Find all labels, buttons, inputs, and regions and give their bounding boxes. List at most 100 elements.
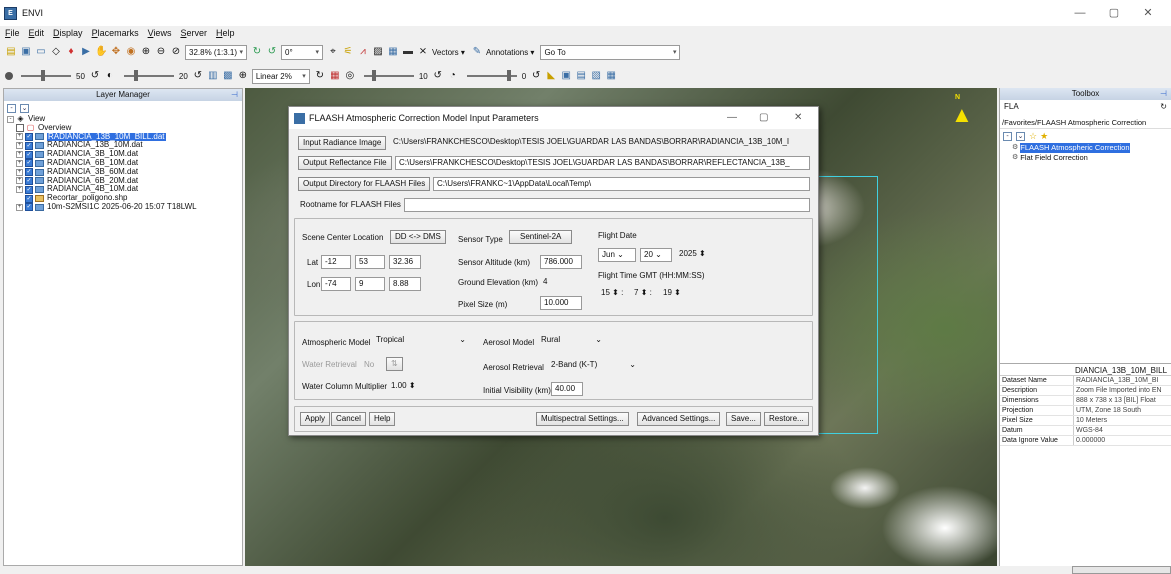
spectral-icon[interactable]: ⩘ <box>357 46 369 58</box>
menu-edit[interactable]: Edit <box>29 28 45 38</box>
aerosol-retrieval-select[interactable]: 2-Band (K-T) ⌄ <box>548 359 638 373</box>
reset-transparency-icon[interactable]: ↺ <box>530 70 542 82</box>
zoom-out-icon[interactable]: ⊖ <box>155 46 167 58</box>
histogram-icon[interactable]: ▥ <box>207 70 219 82</box>
annotations-menu[interactable]: ✎ Annotations ▾ <box>471 46 535 58</box>
atmospheric-model-select[interactable]: Tropical ⌄ <box>373 334 468 348</box>
day-select[interactable]: 20 ⌄ <box>640 248 672 262</box>
expand-all-icon[interactable]: ⌄ <box>20 103 29 113</box>
expand-all-icon[interactable]: ⌄ <box>1016 131 1025 141</box>
sharpen-slider[interactable] <box>363 70 414 81</box>
checkbox[interactable]: ✓ <box>25 203 33 212</box>
pin-icon[interactable]: ⊣ <box>1160 88 1167 100</box>
output-directory-field[interactable]: C:\Users\FRANKC~1\AppData\Local\Temp\ <box>433 177 810 191</box>
minimize-button[interactable]: — <box>727 107 737 129</box>
maximize-button[interactable]: ▢ <box>1097 0 1131 26</box>
help-button[interactable]: Help <box>369 412 396 426</box>
output-reflectance-button[interactable]: Output Reflectance File <box>298 156 392 170</box>
dd-dms-toggle-button[interactable]: DD <-> DMS <box>390 230 446 244</box>
checkbox[interactable]: ✓ <box>25 141 33 150</box>
save-button[interactable]: Save... <box>726 412 761 426</box>
zoom-combo[interactable]: 32.8% (1:3.1) ▾ <box>185 44 247 60</box>
water-retrieval-toggle-icon[interactable]: ⇅ <box>386 357 403 371</box>
reset-sharpen-icon[interactable]: ↺ <box>432 70 444 82</box>
lon-sec-field[interactable]: 8.88 <box>389 277 421 291</box>
open-icon[interactable]: ▤ <box>5 46 17 58</box>
lat-min-field[interactable]: 53 <box>355 255 385 269</box>
reset-contrast-icon[interactable]: ↺ <box>192 70 204 82</box>
tool-flat-field[interactable]: ⚙ Flat Field Correction <box>1000 153 1171 163</box>
zoom-fixed-icon[interactable]: ⊘ <box>170 46 182 58</box>
checkbox[interactable]: ✓ <box>25 150 33 159</box>
brightness-slider[interactable] <box>21 70 71 81</box>
transparency-value[interactable]: 0 <box>522 72 526 81</box>
chart-icon[interactable]: ◣ <box>545 70 557 82</box>
collapse-all-icon[interactable]: - <box>7 103 16 113</box>
close-button[interactable]: ✕ <box>1131 0 1165 26</box>
pixel-size-field[interactable]: 10.000 <box>540 296 582 310</box>
aerosol-model-select[interactable]: Rural ⌄ <box>538 334 604 348</box>
view-icon[interactable]: ▬ <box>402 46 414 58</box>
toolbox-search[interactable]: FLA ↻ <box>1002 102 1169 114</box>
minimize-button[interactable]: — <box>1063 0 1097 26</box>
pan-icon[interactable]: ✋ <box>95 46 107 58</box>
pin-icon[interactable]: ⊣ <box>231 89 238 101</box>
table-icon[interactable]: ▤ <box>575 70 587 82</box>
contrast-value[interactable]: 20 <box>179 72 188 81</box>
transparency-slider[interactable] <box>466 70 517 81</box>
collapse-all-icon[interactable]: - <box>1003 131 1012 141</box>
reset-icon[interactable]: ↺ <box>89 70 101 82</box>
checkbox[interactable]: ✓ <box>25 194 33 203</box>
cursor-icon[interactable]: ◇ <box>50 46 62 58</box>
menu-display[interactable]: Display <box>53 28 83 38</box>
month-select[interactable]: Jun ⌄ <box>598 248 636 262</box>
refresh-icon[interactable]: ↻ <box>314 70 326 82</box>
contrast-slider[interactable] <box>123 70 174 81</box>
chip-icon[interactable]: ▨ <box>372 46 384 58</box>
maximize-button[interactable]: ▢ <box>759 107 768 129</box>
sensor-type-button[interactable]: Sentinel-2A <box>509 230 573 244</box>
globe-icon[interactable]: ◉ <box>125 46 137 58</box>
favorites-icon[interactable]: ☆ <box>1029 131 1037 142</box>
tool-flaash[interactable]: ⚙ FLAASH Atmospheric Correction <box>1000 143 1171 153</box>
brightness-value[interactable]: 50 <box>76 72 85 81</box>
menu-help[interactable]: Help <box>216 28 235 38</box>
grid-icon[interactable]: ▣ <box>560 70 572 82</box>
rotate-ccw-icon[interactable]: ↺ <box>266 46 278 58</box>
minute-spinner[interactable]: 7 ⬍ : <box>634 288 652 297</box>
visibility-field[interactable]: 40.00 <box>551 382 583 396</box>
cancel-button[interactable]: Cancel <box>331 412 366 426</box>
rootname-field[interactable] <box>404 198 810 212</box>
stretch-icon[interactable]: ▩ <box>222 70 234 82</box>
lat-deg-field[interactable]: -12 <box>321 255 351 269</box>
ground-elevation-field[interactable]: 4 <box>540 276 582 290</box>
pin-icon[interactable]: ♦ <box>65 46 77 58</box>
apply-button[interactable]: Apply <box>300 412 331 426</box>
hour-spinner[interactable]: 15 ⬍ : <box>601 288 623 297</box>
fly-icon[interactable]: ✥ <box>110 46 122 58</box>
horizontal-scrollbar[interactable] <box>1072 566 1171 574</box>
menu-views[interactable]: Views <box>148 28 172 38</box>
checkbox[interactable]: ✓ <box>25 168 33 177</box>
menu-server[interactable]: Server <box>180 28 207 38</box>
stretch-combo[interactable]: Linear 2% ▾ <box>251 68 310 84</box>
lon-deg-field[interactable]: -74 <box>321 277 351 291</box>
checkbox[interactable]: ✓ <box>25 159 33 168</box>
lat-sec-field[interactable]: 32.36 <box>389 255 421 269</box>
year-spinner[interactable]: 2025 ⬍ <box>676 248 714 262</box>
goto-combo[interactable]: Go To ▾ <box>540 44 681 60</box>
checkbox[interactable]: ✓ <box>25 176 33 185</box>
advanced-settings-button[interactable]: Advanced Settings... <box>637 412 721 426</box>
list-item[interactable]: + ✓ 10m-S2MSI1C 2025-06-20 15:07 T18LWL <box>7 202 242 212</box>
checkbox[interactable]: ✓ <box>25 185 33 194</box>
rotate-icon[interactable]: ↻ <box>251 46 263 58</box>
select-icon[interactable]: ▶ <box>80 46 92 58</box>
vectors-menu[interactable]: ⨯ Vectors ▾ <box>417 46 465 58</box>
compare-icon[interactable]: ▧ <box>590 70 602 82</box>
input-radiance-button[interactable]: Input Radiance Image <box>298 136 387 150</box>
tile-icon[interactable]: ▦ <box>605 70 617 82</box>
multispectral-settings-button[interactable]: Multispectral Settings... <box>536 412 629 426</box>
checkbox[interactable] <box>16 124 24 133</box>
profile-icon[interactable]: ⚟ <box>342 46 354 58</box>
add-favorite-icon[interactable]: ★ <box>1040 131 1048 142</box>
